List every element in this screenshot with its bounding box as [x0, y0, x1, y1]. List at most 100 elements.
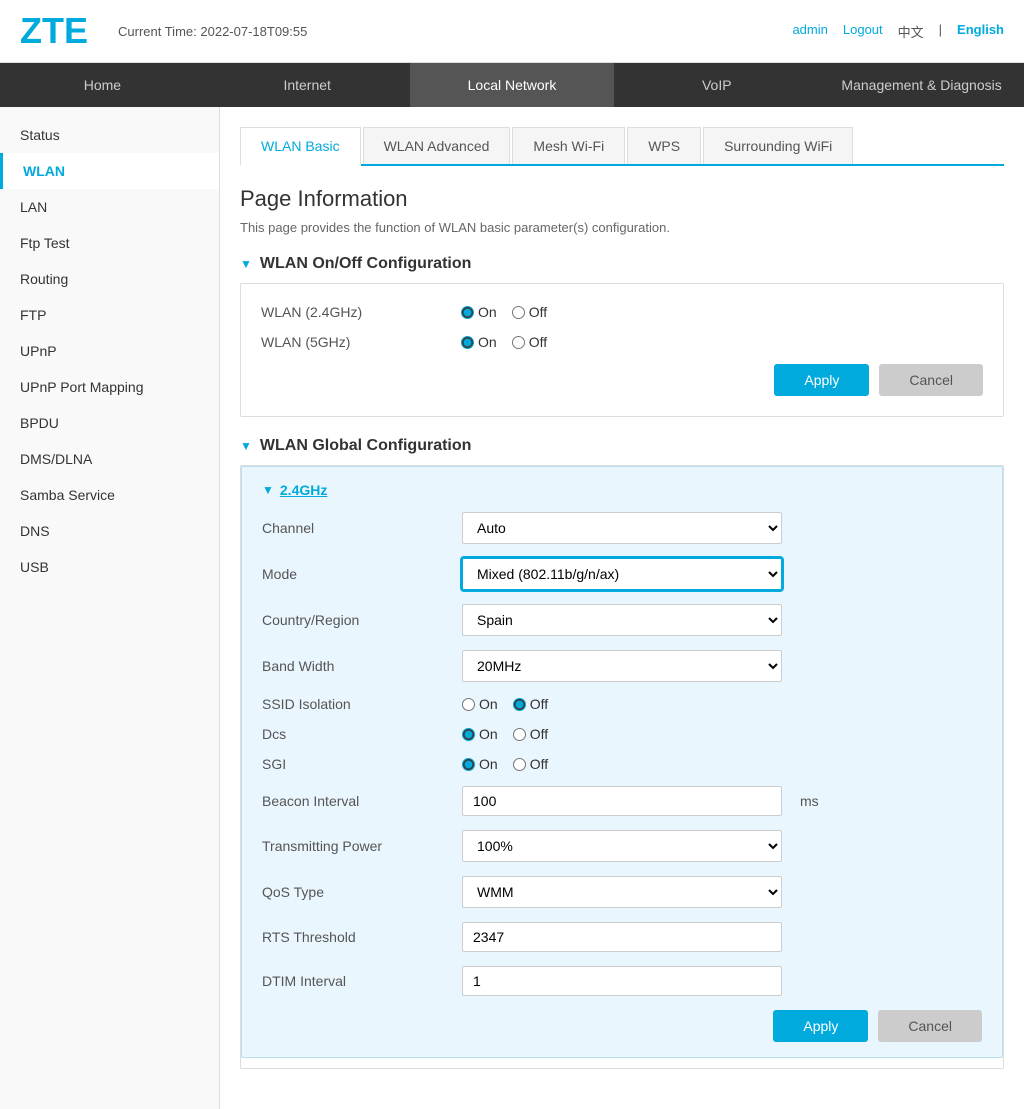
wlan-5ghz-on-label: On — [478, 334, 497, 350]
nav-home[interactable]: Home — [0, 63, 205, 107]
wlan-global-title: WLAN Global Configuration — [260, 437, 472, 455]
country-value: Spain Germany France — [462, 604, 982, 636]
dcs-off[interactable]: Off — [513, 726, 548, 742]
sidebar-item-status[interactable]: Status — [0, 117, 219, 153]
rts-threshold-input[interactable] — [462, 922, 782, 952]
admin-link[interactable]: admin — [792, 22, 827, 41]
navbar: Home Internet Local Network VoIP Managem… — [0, 63, 1024, 107]
sgi-label: SGI — [262, 756, 462, 772]
sub-section-24ghz-title: 2.4GHz — [280, 482, 327, 498]
sidebar-item-wlan[interactable]: WLAN — [0, 153, 219, 189]
channel-select[interactable]: Auto 123 — [462, 512, 782, 544]
wlan-5ghz-label: WLAN (5GHz) — [261, 334, 461, 350]
tab-wps[interactable]: WPS — [627, 127, 701, 164]
nav-local-network[interactable]: Local Network — [410, 63, 615, 107]
ssid-isolation-on-label: On — [479, 696, 498, 712]
qos-type-select[interactable]: WMM None — [462, 876, 782, 908]
transmitting-power-row: Transmitting Power 100% 75% 50% 25% — [262, 830, 982, 862]
wlan-5ghz-off-radio[interactable] — [512, 336, 525, 349]
ssid-isolation-on-radio[interactable] — [462, 698, 475, 711]
dcs-value: On Off — [462, 726, 982, 742]
dcs-on-radio[interactable] — [462, 728, 475, 741]
bandwidth-select[interactable]: 20MHz 40MHz 80MHz — [462, 650, 782, 682]
wlan-5ghz-on-radio[interactable] — [461, 336, 474, 349]
wlan-24ghz-off-radio[interactable] — [512, 306, 525, 319]
sgi-off[interactable]: Off — [513, 756, 548, 772]
wlan-onoff-btn-row: Apply Cancel — [261, 364, 983, 396]
channel-label: Channel — [262, 520, 462, 536]
nav-management[interactable]: Management & Diagnosis — [819, 63, 1024, 107]
nav-internet[interactable]: Internet — [205, 63, 410, 107]
sidebar-item-bpdu[interactable]: BPDU — [0, 405, 219, 441]
sidebar-item-usb[interactable]: USB — [0, 549, 219, 585]
bandwidth-value: 20MHz 40MHz 80MHz — [462, 650, 982, 682]
page-description: This page provides the function of WLAN … — [240, 220, 1004, 235]
beacon-interval-row: Beacon Interval ms — [262, 786, 982, 816]
mode-value: Mixed (802.11b/g/n/ax) Mixed (802.11b/g/… — [462, 558, 982, 590]
wlan-global-cancel-button[interactable]: Cancel — [878, 1010, 982, 1042]
ssid-isolation-on[interactable]: On — [462, 696, 498, 712]
wlan-global-arrow: ▼ — [240, 439, 252, 453]
wlan-onoff-apply-button[interactable]: Apply — [774, 364, 869, 396]
sgi-off-label: Off — [530, 756, 548, 772]
sgi-on-label: On — [479, 756, 498, 772]
dtim-interval-input[interactable] — [462, 966, 782, 996]
sidebar-item-ftp-test[interactable]: Ftp Test — [0, 225, 219, 261]
wlan-global-btn-row: Apply Cancel — [262, 1010, 982, 1042]
dtim-interval-row: DTIM Interval — [262, 966, 982, 996]
sidebar-item-ftp[interactable]: FTP — [0, 297, 219, 333]
wlan-5ghz-on[interactable]: On — [461, 334, 497, 350]
qos-type-row: QoS Type WMM None — [262, 876, 982, 908]
tab-wlan-basic[interactable]: WLAN Basic — [240, 127, 361, 166]
mode-select[interactable]: Mixed (802.11b/g/n/ax) Mixed (802.11b/g/… — [462, 558, 782, 590]
nav-voip[interactable]: VoIP — [614, 63, 819, 107]
wlan-24ghz-off[interactable]: Off — [512, 304, 547, 320]
wlan-onoff-header[interactable]: ▼ WLAN On/Off Configuration — [240, 255, 1004, 273]
ssid-isolation-off[interactable]: Off — [513, 696, 548, 712]
sub-section-24ghz: ▼ 2.4GHz Channel Auto 123 — [241, 466, 1003, 1058]
wlan-global-apply-button[interactable]: Apply — [773, 1010, 868, 1042]
sidebar-item-dms-dlna[interactable]: DMS/DLNA — [0, 441, 219, 477]
sgi-on-radio[interactable] — [462, 758, 475, 771]
beacon-interval-input[interactable] — [462, 786, 782, 816]
wlan-5ghz-row: WLAN (5GHz) On Off — [261, 334, 983, 350]
logout-link[interactable]: Logout — [843, 22, 883, 41]
tab-surrounding-wifi[interactable]: Surrounding WiFi — [703, 127, 853, 164]
sgi-on[interactable]: On — [462, 756, 498, 772]
wlan-global-header[interactable]: ▼ WLAN Global Configuration — [240, 437, 1004, 455]
wlan-24ghz-on-label: On — [478, 304, 497, 320]
wlan-onoff-cancel-button[interactable]: Cancel — [879, 364, 983, 396]
sidebar-item-dns[interactable]: DNS — [0, 513, 219, 549]
ssid-isolation-off-radio[interactable] — [513, 698, 526, 711]
beacon-interval-label: Beacon Interval — [262, 793, 462, 809]
sgi-off-radio[interactable] — [513, 758, 526, 771]
lang-cn[interactable]: 中文 — [898, 22, 924, 41]
dcs-off-label: Off — [530, 726, 548, 742]
wlan-24ghz-on[interactable]: On — [461, 304, 497, 320]
dcs-off-radio[interactable] — [513, 728, 526, 741]
wlan-24ghz-on-radio[interactable] — [461, 306, 474, 319]
rts-threshold-value — [462, 922, 982, 952]
tab-wlan-advanced[interactable]: WLAN Advanced — [363, 127, 511, 164]
sidebar-item-lan[interactable]: LAN — [0, 189, 219, 225]
country-select[interactable]: Spain Germany France — [462, 604, 782, 636]
transmitting-power-select[interactable]: 100% 75% 50% 25% — [462, 830, 782, 862]
lang-en[interactable]: English — [957, 22, 1004, 41]
tab-mesh-wifi[interactable]: Mesh Wi-Fi — [512, 127, 625, 164]
sidebar-item-upnp[interactable]: UPnP — [0, 333, 219, 369]
dcs-on[interactable]: On — [462, 726, 498, 742]
qos-type-value: WMM None — [462, 876, 982, 908]
sub-section-24ghz-header[interactable]: ▼ 2.4GHz — [262, 482, 982, 498]
sidebar-item-routing[interactable]: Routing — [0, 261, 219, 297]
mode-label: Mode — [262, 566, 462, 582]
beacon-interval-unit: ms — [800, 793, 819, 809]
ssid-isolation-off-label: Off — [530, 696, 548, 712]
wlan-5ghz-off-label: Off — [529, 334, 547, 350]
wlan-onoff-section: ▼ WLAN On/Off Configuration WLAN (2.4GHz… — [240, 255, 1004, 417]
page-title: Page Information — [240, 186, 1004, 212]
sidebar-item-upnp-port-mapping[interactable]: UPnP Port Mapping — [0, 369, 219, 405]
ssid-isolation-value: On Off — [462, 696, 982, 712]
wlan-5ghz-off[interactable]: Off — [512, 334, 547, 350]
dtim-interval-value — [462, 966, 982, 996]
sidebar-item-samba-service[interactable]: Samba Service — [0, 477, 219, 513]
